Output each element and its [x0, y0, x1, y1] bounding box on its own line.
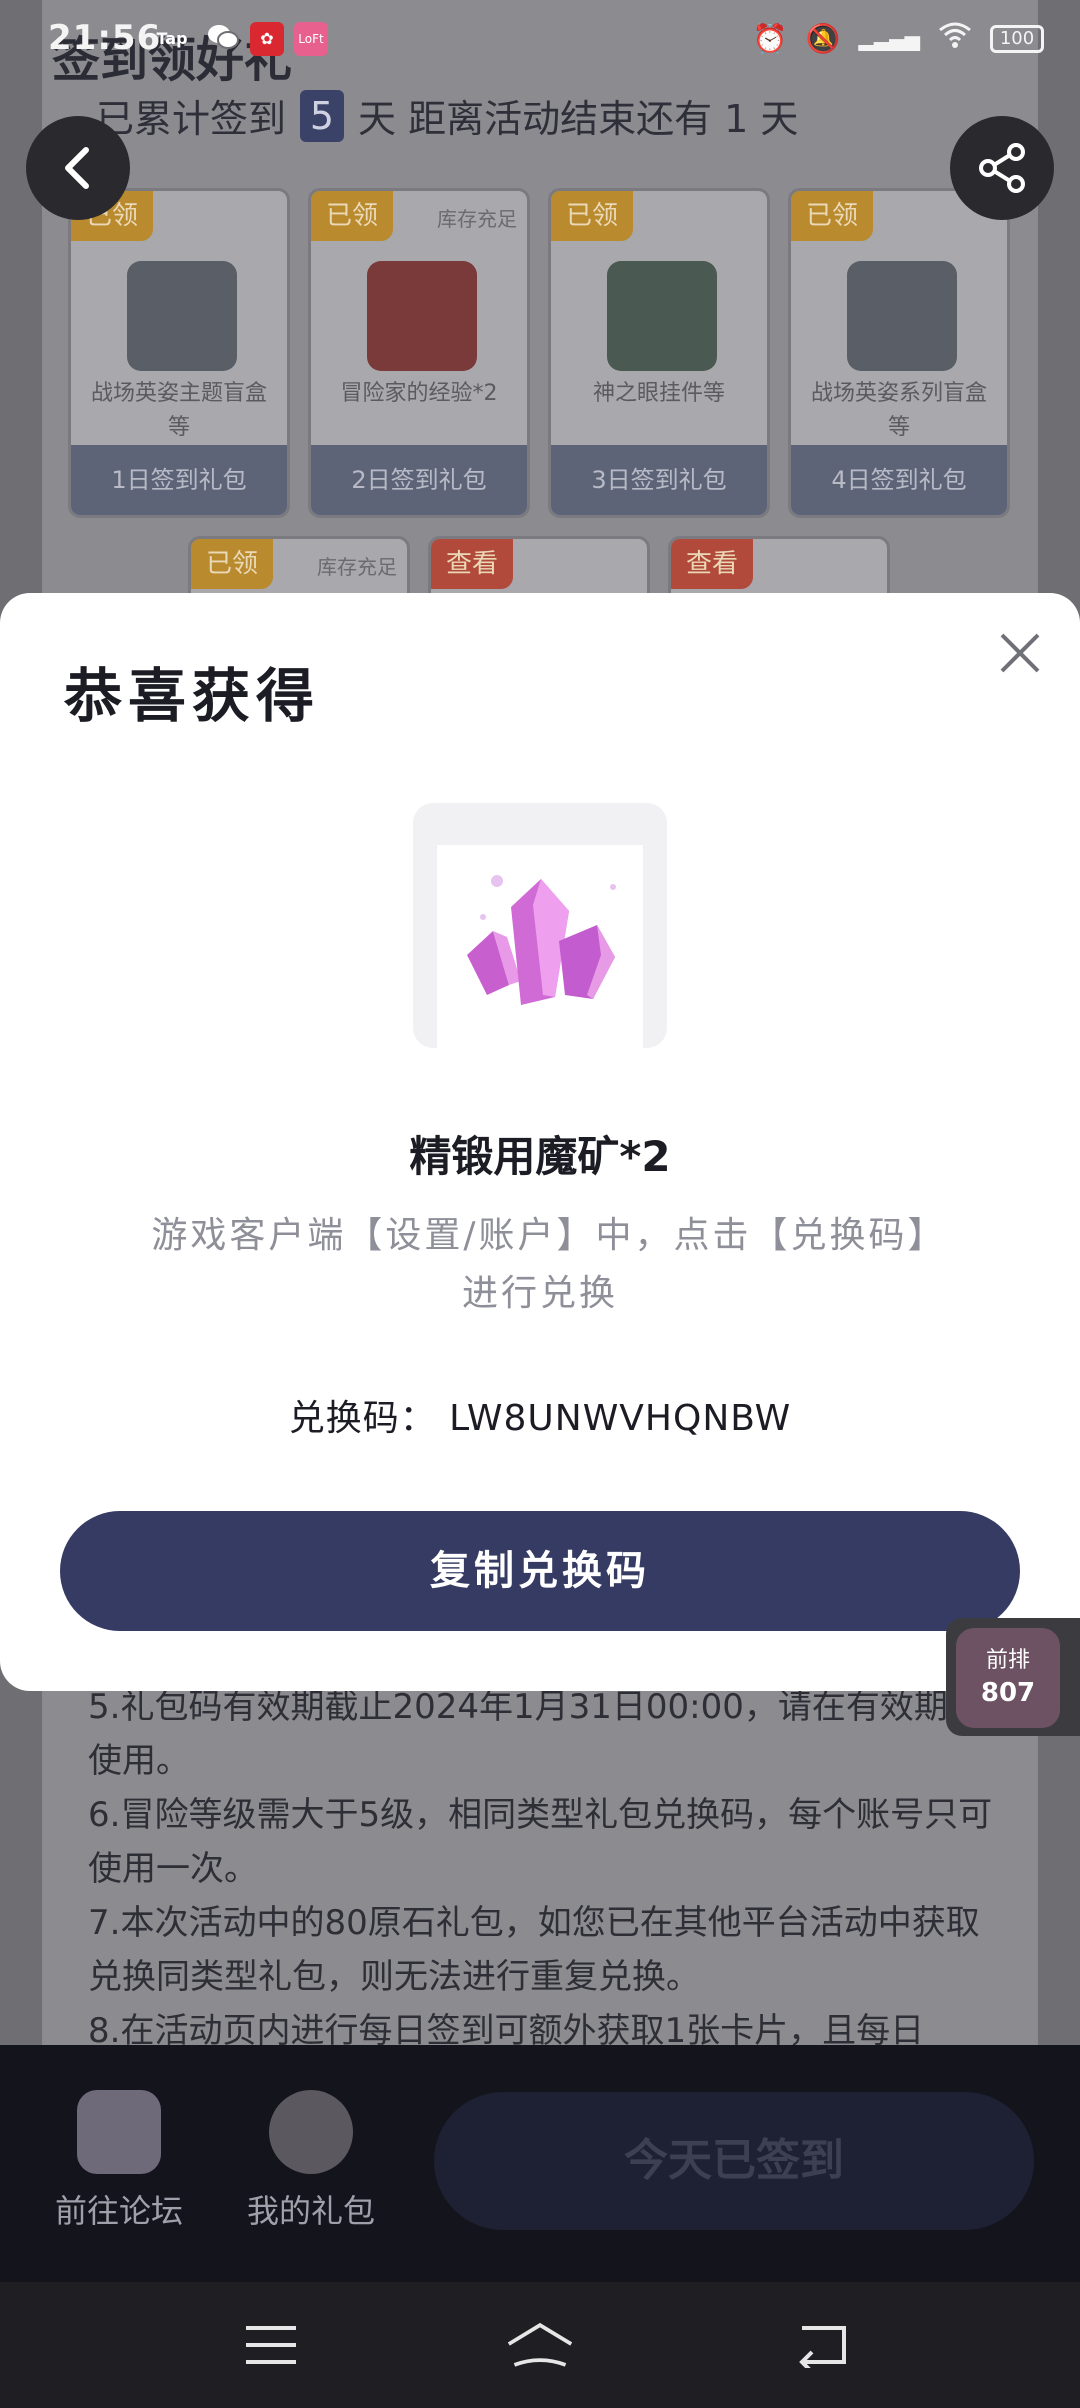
- share-icon: [979, 143, 1025, 193]
- forum-link[interactable]: 前往论坛: [44, 2090, 194, 2232]
- alarm-icon: ⏰: [752, 22, 788, 55]
- status-bar: 21:56 Tap ✿ LoFt ⏰ 🔕 ▂▃▄▅ 100: [0, 0, 1080, 84]
- signed-prefix: 已累计签到: [96, 97, 287, 141]
- card-tag: 查看: [671, 539, 753, 589]
- card-footer: 2日签到礼包: [311, 445, 527, 515]
- system-status-icons: ⏰ 🔕 ▂▃▄▅ 100: [753, 22, 1044, 55]
- card-footer: 4日签到礼包: [791, 445, 1007, 515]
- notification-icons: Tap ✿ LoFt: [148, 22, 328, 56]
- redeem-instructions: 游戏客户端【设置/账户】中，点击【兑换码】进行兑换: [151, 1215, 929, 1314]
- gift-card-day3[interactable]: 已领 神之眼挂件等 3日签到礼包: [548, 188, 770, 518]
- rank-label: 前排: [985, 1648, 1030, 1673]
- redeem-code-line: 兑换码： LW8UNWVHQNBW: [0, 1389, 1080, 1441]
- system-navigation-bar: [0, 2282, 1080, 2408]
- card-stock: 库存充足: [437, 207, 517, 231]
- gift-image: [607, 261, 717, 371]
- status-time: 21:56: [48, 18, 162, 58]
- signed-summary: 已累计签到 5 天 距离活动结束还有 1 天: [96, 88, 798, 143]
- share-button[interactable]: [950, 116, 1054, 220]
- card-stock: 库存充足: [317, 555, 397, 579]
- gift-image: [847, 261, 957, 371]
- card-tag: 已领: [311, 191, 393, 241]
- modal-title: 恭喜获得: [64, 662, 321, 730]
- card-footer: 3日签到礼包: [551, 445, 767, 515]
- signal-icon: ▂▃▄▅: [858, 26, 920, 51]
- gift-image: [127, 261, 237, 371]
- gift-image: [367, 261, 477, 371]
- rule-7: 7.本次活动中的80原石礼包，如您已在其他平台活动中获取兑换同类型礼包，则无法进…: [88, 1903, 980, 1997]
- copy-code-button[interactable]: 复制兑换码: [60, 1511, 1020, 1631]
- card-name: 神之眼挂件等: [592, 381, 725, 406]
- lofter-icon: LoFt: [294, 22, 328, 56]
- gift-card-day4[interactable]: 已领 战场英姿系列盲盒等 4日签到礼包: [788, 188, 1010, 518]
- close-button[interactable]: [990, 623, 1050, 683]
- card-tag: 已领: [551, 191, 633, 241]
- reward-modal: 恭喜获得 精锻用魔矿*2 游戏客户端【设置/账户】中，点击【兑换码】进行兑换 兑…: [0, 593, 1080, 1691]
- back-nav-button[interactable]: [790, 2312, 860, 2378]
- crystal-icon: [437, 845, 643, 1051]
- back-button[interactable]: [26, 116, 130, 220]
- menu-button[interactable]: [236, 2312, 306, 2378]
- card-name: 战场英姿系列盲盒等: [810, 381, 987, 440]
- gifts-label: 我的礼包: [246, 2192, 375, 2230]
- redeem-code-label: 兑换码：: [288, 1398, 437, 1439]
- chevron-left-icon: [65, 147, 89, 189]
- rule-6: 6.冒险等级需大于5级，相同类型礼包兑换码，每个账号只可使用一次。: [88, 1795, 993, 1889]
- signed-suffix: 天 距离活动结束还有 1 天: [358, 97, 799, 141]
- menu-icon: [246, 2326, 296, 2364]
- card-tag: 已领: [191, 539, 273, 589]
- card-name: 战场英姿主题盲盒等: [90, 381, 267, 440]
- gifts-avatar: [269, 2090, 353, 2174]
- rank-avatar: 前排 807: [956, 1628, 1060, 1728]
- card-tag: 查看: [431, 539, 513, 589]
- redeem-code-value[interactable]: LW8UNWVHQNBW: [449, 1398, 791, 1439]
- prize-image-frame: [413, 803, 667, 1051]
- battery-icon: 100: [990, 24, 1044, 53]
- card-footer: 1日签到礼包: [71, 445, 287, 515]
- card-tag: 已领: [791, 191, 873, 241]
- signed-days: 5: [300, 89, 345, 142]
- forum-avatar: [77, 2090, 161, 2174]
- gift-card-day1[interactable]: 已领 战场英姿主题盲盒等 1日签到礼包: [68, 188, 290, 518]
- wifi-icon: [938, 22, 972, 55]
- gift-card-day2[interactable]: 已领 库存充足 冒险家的经验*2 2日签到礼包: [308, 188, 530, 518]
- wechat-icon: [206, 22, 240, 56]
- close-icon: [1000, 633, 1040, 673]
- rank-widget[interactable]: 前排 807: [946, 1618, 1080, 1736]
- signed-today-button[interactable]: 今天已签到: [434, 2092, 1034, 2230]
- activity-rules: 5.礼包码有效期截止2024年1月31日00:00，请在有效期内使用。 6.冒险…: [88, 1680, 1008, 2058]
- home-icon: [507, 2322, 573, 2367]
- weibo-icon: ✿: [250, 22, 284, 56]
- forum-label: 前往论坛: [54, 2192, 183, 2230]
- return-icon: [799, 2326, 846, 2368]
- rule-5: 5.礼包码有效期截止2024年1月31日00:00，请在有效期内使用。: [88, 1687, 982, 1781]
- card-name: 冒险家的经验*2: [340, 381, 498, 406]
- rank-value: 807: [980, 1678, 1036, 1708]
- taptap-icon: Tap: [156, 29, 188, 48]
- home-button[interactable]: [505, 2312, 575, 2378]
- my-gifts-link[interactable]: 我的礼包: [236, 2090, 386, 2232]
- mute-icon: 🔕: [805, 22, 841, 55]
- prize-name: 精锻用魔矿*2: [409, 1132, 671, 1181]
